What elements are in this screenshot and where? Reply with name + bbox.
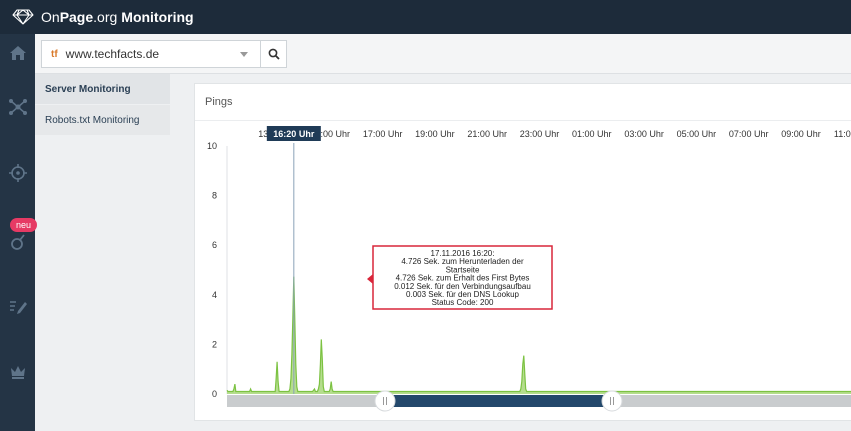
x-tick-label: 07:00 Uhr (729, 129, 769, 139)
monitoring-icon[interactable] (0, 230, 35, 254)
brand-product: Monitoring (121, 9, 194, 25)
x-tick-label: 11:00 Uhr (834, 129, 851, 139)
tooltip-line: Status Code: 200 (432, 298, 494, 307)
crown-icon[interactable] (0, 360, 35, 384)
y-tick-label: 6 (212, 240, 217, 250)
x-tick-label: 21:00 Uhr (467, 129, 507, 139)
subnav-item-server-monitoring[interactable]: Server Monitoring (35, 74, 170, 105)
tooltip-pointer (367, 274, 373, 284)
brand-suffix: .org (93, 9, 118, 25)
y-tick-label: 2 (212, 339, 217, 349)
search-icon (268, 48, 280, 60)
panel-title: Pings (205, 96, 233, 108)
y-tick-label: 0 (212, 389, 217, 399)
domain-select[interactable]: tf www.techfacts.de (41, 40, 261, 68)
subnav-item-robots-monitoring[interactable]: Robots.txt Monitoring (35, 105, 170, 136)
navigator-handle-left[interactable] (374, 390, 396, 412)
diamond-logo-icon (12, 9, 34, 25)
x-tick-label: 01:00 Uhr (572, 129, 612, 139)
brand-bold: Page (59, 9, 94, 25)
top-bar: On Page .org Monitoring (0, 0, 851, 34)
x-tick-label: 05:00 Uhr (677, 129, 717, 139)
x-tick-label: 23:00 Uhr (520, 129, 560, 139)
edit-icon[interactable] (0, 294, 35, 318)
network-icon[interactable] (0, 95, 35, 119)
filter-bar: tf www.techfacts.de (35, 34, 851, 74)
navigator-selection (385, 395, 612, 407)
y-tick-label: 4 (212, 290, 217, 300)
sub-nav: Server Monitoring Robots.txt Monitoring (35, 74, 170, 136)
brand-prefix: On (41, 9, 60, 25)
pings-panel: Pings 024681013:00 Uhr15:00 Uhr17:00 Uhr… (194, 83, 851, 421)
search-button[interactable] (261, 40, 287, 68)
domain-favicon: tf (51, 48, 58, 60)
navigator-handle-right[interactable] (601, 390, 623, 412)
y-tick-label: 8 (212, 191, 217, 201)
chevron-down-icon (240, 52, 248, 57)
home-icon[interactable] (0, 41, 35, 65)
domain-value: www.techfacts.de (65, 47, 160, 61)
left-nav (0, 34, 35, 431)
hover-label: 16:20 Uhr (273, 129, 315, 139)
pings-chart: 024681013:00 Uhr15:00 Uhr17:00 Uhr19:00 … (207, 126, 851, 412)
brand[interactable]: On Page .org Monitoring (12, 9, 194, 25)
x-tick-label: 09:00 Uhr (781, 129, 821, 139)
new-badge: neu (10, 218, 38, 232)
x-tick-label: 17:00 Uhr (363, 129, 403, 139)
x-tick-label: 03:00 Uhr (624, 129, 664, 139)
x-tick-label: 19:00 Uhr (415, 129, 455, 139)
y-tick-label: 10 (207, 141, 217, 151)
target-icon[interactable] (0, 161, 35, 185)
